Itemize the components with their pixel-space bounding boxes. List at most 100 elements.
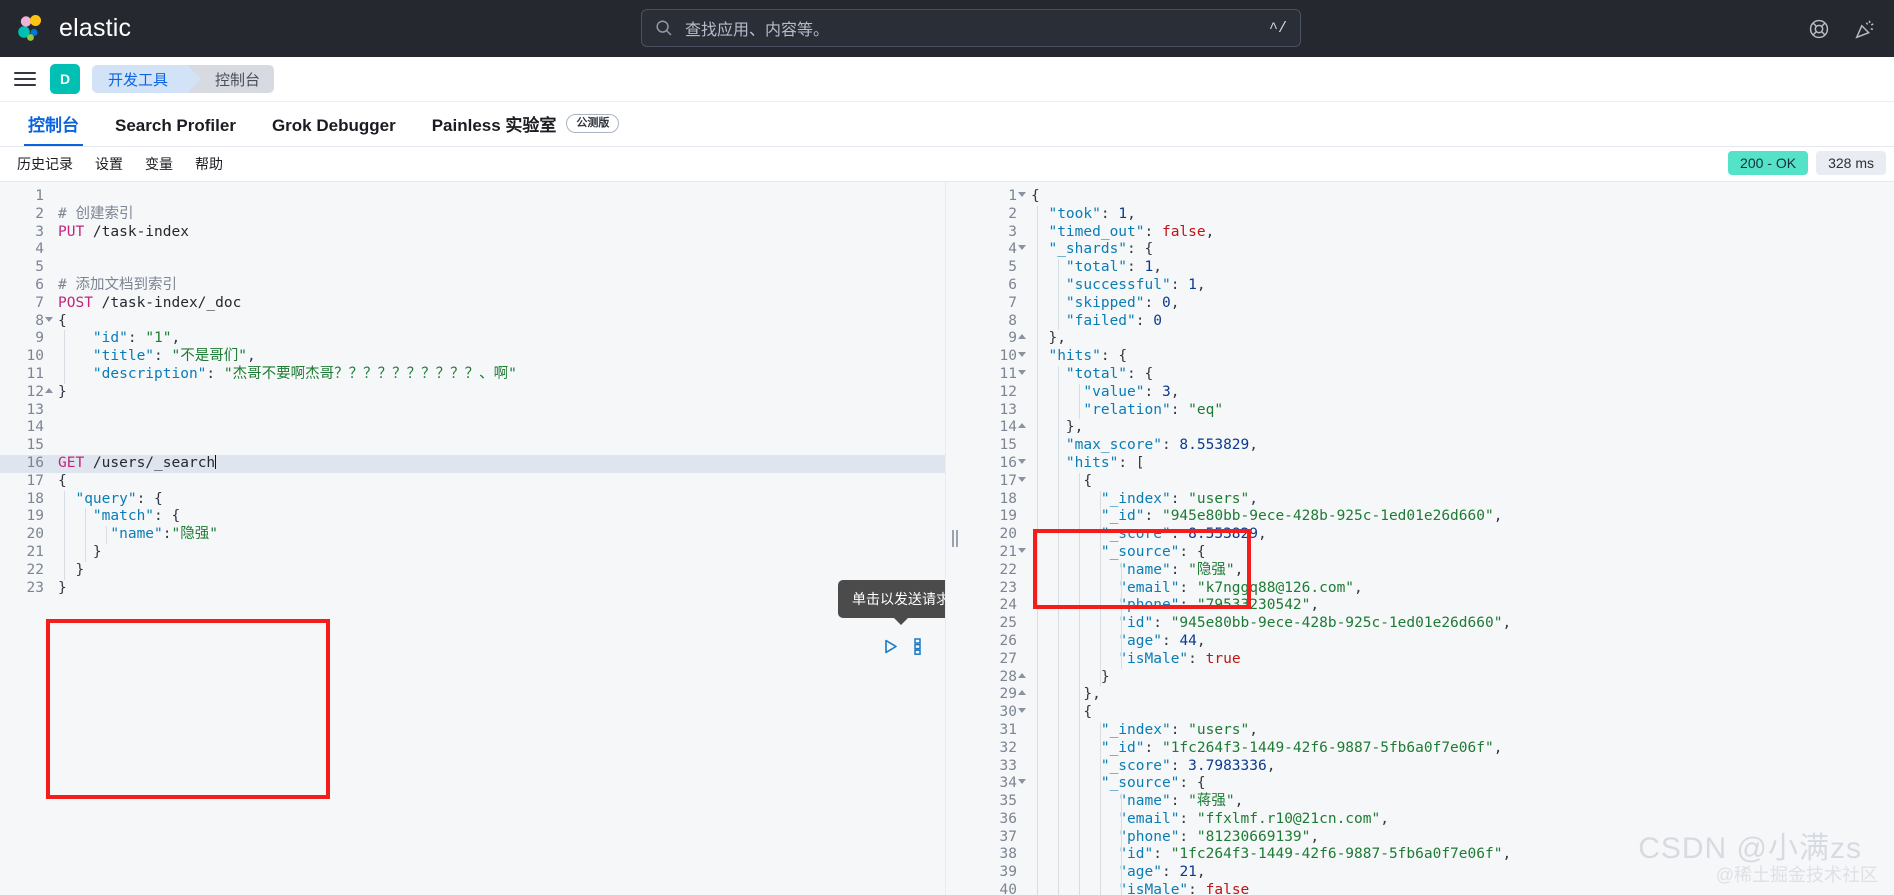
code-line[interactable]: "phone": "81230669139", [1025, 828, 1894, 847]
tab-console[interactable]: 控制台 [10, 111, 97, 146]
code-line[interactable]: }, [1025, 419, 1894, 438]
code-line[interactable] [52, 402, 945, 420]
code-token: , [1493, 508, 1503, 525]
code-token: , [1153, 259, 1162, 276]
code-line[interactable]: "name": "隐强", [1025, 561, 1894, 580]
line-number: 30 [963, 704, 1026, 722]
brand-area[interactable]: elastic [0, 13, 131, 45]
code-line[interactable]: { [1025, 472, 1894, 491]
code-line[interactable]: { [1025, 188, 1894, 206]
code-line[interactable]: # 添加文档到索引 [52, 277, 945, 295]
code-token: : [1153, 846, 1171, 863]
line-number: 21 [26, 543, 44, 560]
code-line[interactable]: "email": "ffxlmf.r10@21cn.com", [1025, 810, 1894, 829]
code-line[interactable]: "_index": "users", [1025, 721, 1894, 740]
code-line[interactable]: "name": "蒋强", [1025, 793, 1894, 811]
code-line[interactable]: "_id": "945e80bb-9ece-428b-925c-1ed01e26… [1025, 508, 1894, 527]
line-number: 17 [963, 473, 1026, 491]
code-line[interactable]: "isMale": true [1025, 650, 1894, 669]
line-number: 35 [999, 793, 1017, 810]
breadcrumb-item-dev-tools[interactable]: 开发工具 [92, 65, 202, 93]
request-editor[interactable]: 1 2 3 4 5 6 7 8 9 10 11 12 13 14 15 16 17 18 19 20 21 22 23 # … [0, 182, 945, 895]
send-request-tooltip: 单击以发送请求 [838, 580, 945, 625]
line-number: 32 [999, 739, 1017, 756]
code-line[interactable]: "hits": [ [1025, 454, 1894, 473]
brand-name: elastic [59, 14, 132, 42]
code-line[interactable] [52, 437, 945, 455]
code-line[interactable] [52, 188, 945, 206]
code-line[interactable]: "_source": { [1025, 775, 1894, 794]
request-code-lines[interactable]: # 创建索引 PUT /task-index # 添加文档到索引 POST /task… [52, 182, 945, 895]
response-code-lines[interactable]: { "took": 1, "timed_out": false, "_shard… [1025, 182, 1894, 895]
code-line[interactable]: } [52, 543, 945, 562]
play-triangle-icon[interactable] [882, 638, 899, 655]
line-number: 9 [35, 330, 44, 347]
code-line[interactable]: "query": { [52, 490, 945, 509]
resize-grip-icon [951, 530, 958, 547]
code-line[interactable]: "value": 3, [1025, 383, 1894, 402]
subnav-variables[interactable]: 变量 [134, 154, 184, 174]
code-line[interactable]: "timed_out": false, [1025, 223, 1894, 242]
code-line[interactable] [52, 241, 945, 259]
response-editor[interactable]: 1 2 3 4 5 6 7 8 9 10 11 12 13 14 15 16 17 18 19 20 21 22 23 24 2… [963, 182, 1894, 895]
code-line[interactable]: } [52, 561, 945, 580]
line-number: 20 [999, 526, 1017, 543]
code-line[interactable]: "total": 1, [1025, 259, 1894, 277]
code-token: { [171, 508, 181, 525]
code-line[interactable]: { [1025, 704, 1894, 722]
code-line[interactable]: "age": 21, [1025, 864, 1894, 883]
code-line[interactable]: "successful": 1, [1025, 276, 1894, 295]
code-line[interactable]: "match": { [52, 508, 945, 527]
code-line[interactable]: GET /users/_search [52, 454, 945, 473]
code-line[interactable]: # 创建索引 [52, 206, 945, 224]
code-line[interactable]: "age": 44, [1025, 632, 1894, 651]
code-line[interactable]: "id": "1fc264f3-1449-42f6-9887-5fb6a0f7e… [1025, 846, 1894, 865]
code-line[interactable]: } [52, 384, 945, 402]
code-line[interactable]: "description": "杰哥不要啊杰哥？？？？？？？？？？、啊" [52, 365, 945, 384]
tab-grok-debugger[interactable]: Grok Debugger [254, 116, 414, 146]
code-line[interactable]: "email": "k7nggq88@126.com", [1025, 579, 1894, 598]
code-line[interactable]: "total": { [1025, 365, 1894, 384]
help-lifebuoy-icon[interactable] [1808, 18, 1830, 40]
code-line[interactable]: "phone": "79533230542", [1025, 597, 1894, 616]
code-line[interactable]: "name":"隐强" [52, 526, 945, 544]
code-line[interactable]: "_source": { [1025, 543, 1894, 562]
code-line[interactable]: "id": "945e80bb-9ece-428b-925c-1ed01e26d… [1025, 615, 1894, 633]
whats-new-confetti-icon[interactable] [1854, 18, 1876, 40]
tab-search-profiler[interactable]: Search Profiler [97, 116, 254, 146]
code-line[interactable]: "id": "1", [52, 330, 945, 349]
code-line[interactable]: "_score": 8.553829, [1025, 526, 1894, 544]
code-line[interactable]: { [52, 313, 945, 331]
code-line[interactable] [52, 419, 945, 437]
tab-painless-lab[interactable]: Painless 实验室 公测版 [414, 111, 638, 146]
code-line[interactable]: POST /task-index/_doc [52, 295, 945, 313]
code-line[interactable]: "took": 1, [1025, 205, 1894, 224]
code-line[interactable]: "_score": 3.7983336, [1025, 757, 1894, 776]
code-line[interactable]: }, [1025, 330, 1894, 349]
code-line[interactable]: "failed": 0 [1025, 312, 1894, 331]
code-line[interactable]: "_id": "1fc264f3-1449-42f6-9887-5fb6a0f7… [1025, 739, 1894, 758]
console-menu-icon[interactable] [912, 638, 923, 655]
code-line[interactable]: "_shards": { [1025, 241, 1894, 260]
code-line[interactable]: } [52, 580, 945, 598]
pane-resize-handle[interactable] [945, 182, 963, 895]
code-line[interactable]: "max_score": 8.553829, [1025, 437, 1894, 455]
code-line[interactable]: "relation": "eq" [1025, 401, 1894, 420]
subnav-help[interactable]: 帮助 [184, 154, 234, 174]
code-line[interactable]: { [52, 473, 945, 491]
code-line[interactable]: "hits": { [1025, 348, 1894, 366]
subnav-history[interactable]: 历史记录 [6, 154, 84, 174]
code-token: /users/_search [84, 454, 216, 471]
code-line[interactable]: "skipped": 0, [1025, 294, 1894, 313]
code-line[interactable]: }, [1025, 686, 1894, 705]
hamburger-menu-icon[interactable] [12, 68, 38, 90]
code-line[interactable]: "title": "不是哥们", [52, 348, 945, 366]
code-line[interactable]: PUT /task-index [52, 224, 945, 242]
code-line[interactable] [52, 259, 945, 277]
space-avatar[interactable]: D [50, 64, 80, 94]
subnav-settings[interactable]: 设置 [84, 154, 134, 174]
code-line[interactable]: "_index": "users", [1025, 490, 1894, 509]
code-line[interactable]: } [1025, 668, 1894, 687]
code-line[interactable]: "isMale": false [1025, 882, 1894, 895]
global-search-input[interactable]: 查找应用、内容等。 ^/ [641, 9, 1301, 47]
